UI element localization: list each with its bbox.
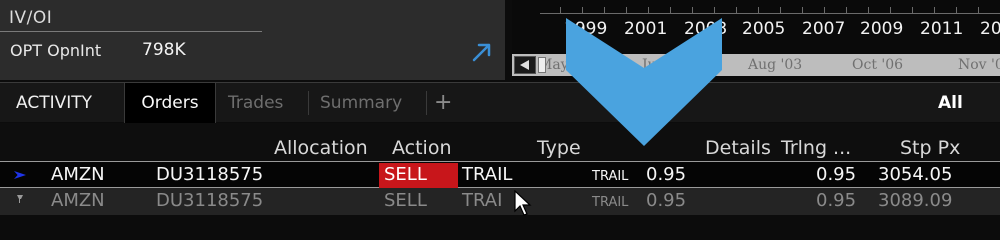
tab-summary[interactable]: Summary bbox=[320, 83, 402, 123]
column-header-stop-price[interactable]: Stp Px bbox=[900, 137, 960, 159]
flag-icon bbox=[14, 171, 26, 179]
tab-activity[interactable]: ACTIVITY bbox=[16, 83, 92, 123]
account-cell: DU3118575 bbox=[156, 164, 264, 185]
timeline-ruler bbox=[540, 0, 1000, 14]
details-type-cell: TRAIL bbox=[592, 195, 629, 210]
pin-icon bbox=[17, 195, 23, 203]
year-label: 2009 bbox=[860, 19, 904, 39]
mouse-cursor-icon bbox=[514, 190, 532, 216]
year-label: 2005 bbox=[742, 19, 786, 39]
year-label: 2011 bbox=[920, 19, 964, 39]
filter-all-button[interactable]: All bbox=[938, 83, 963, 123]
scroll-thumb[interactable] bbox=[538, 57, 546, 73]
opt-opnint-label: OPT OpnInt bbox=[10, 41, 102, 60]
trailing-cell: 0.95 bbox=[816, 190, 857, 211]
scroll-left-button[interactable] bbox=[514, 56, 536, 74]
trailing-cell: 0.95 bbox=[816, 164, 857, 185]
panel-tabs: ACTIVITY Orders Trades Summary + All bbox=[0, 82, 1000, 123]
column-header-action[interactable]: Action bbox=[392, 137, 452, 159]
stop-price-cell: 3089.09 bbox=[878, 190, 953, 211]
column-header-trailing[interactable]: Trlng ... bbox=[781, 137, 851, 159]
action-cell: SELL bbox=[384, 164, 427, 185]
account-cell: DU3118575 bbox=[156, 190, 264, 211]
type-cell: TRAI bbox=[462, 190, 503, 211]
type-cell: TRAIL bbox=[462, 164, 513, 185]
details-value-cell: 0.95 bbox=[646, 164, 687, 185]
details-type-cell: TRAIL bbox=[592, 169, 629, 184]
iv-oi-divider bbox=[0, 31, 262, 32]
month-label: Aug '03 bbox=[748, 57, 803, 73]
opt-opnint-value: 798K bbox=[142, 40, 186, 60]
stop-price-cell: 3054.05 bbox=[878, 164, 953, 185]
tab-trades[interactable]: Trades bbox=[228, 83, 283, 123]
iv-oi-panel: IV/OI OPT OpnInt 798K bbox=[0, 0, 505, 80]
month-label: Oct '06 bbox=[852, 57, 904, 73]
iv-oi-title: IV/OI bbox=[9, 8, 53, 28]
add-tab-button[interactable]: + bbox=[434, 83, 452, 123]
table-row[interactable]: AMZN DU3118575 SELL TRAIL TRAIL 0.95 0.9… bbox=[0, 161, 1000, 188]
orders-table-header: Allocation Action Type Details Trlng ...… bbox=[0, 123, 1000, 161]
chevron-down-icon bbox=[566, 18, 722, 146]
arrow-up-right-icon[interactable] bbox=[468, 38, 496, 66]
tab-separator bbox=[308, 91, 309, 115]
year-label: 2007 bbox=[802, 19, 846, 39]
symbol-cell: AMZN bbox=[51, 164, 105, 185]
action-cell: SELL bbox=[384, 190, 427, 211]
tab-separator bbox=[426, 91, 427, 115]
tab-orders[interactable]: Orders bbox=[124, 83, 216, 123]
symbol-cell: AMZN bbox=[51, 190, 105, 211]
column-header-allocation[interactable]: Allocation bbox=[274, 137, 368, 159]
year-label: 20 bbox=[980, 19, 1000, 39]
details-value-cell: 0.95 bbox=[646, 190, 687, 211]
month-label: Nov '0 bbox=[958, 57, 1000, 73]
table-row[interactable]: AMZN DU3118575 SELL TRAI TRAIL 0.95 0.95… bbox=[0, 188, 1000, 215]
